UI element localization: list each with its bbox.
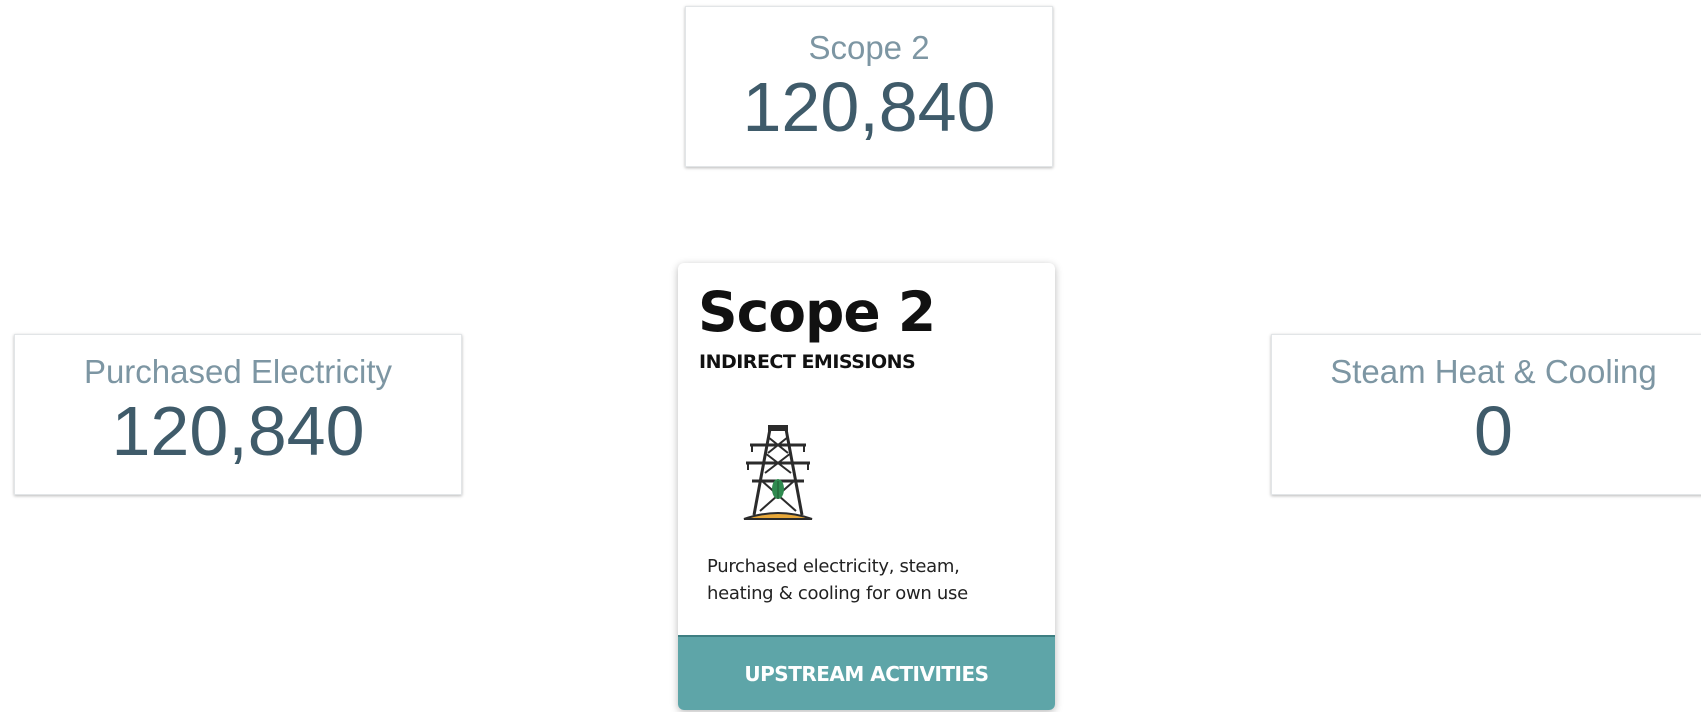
- scope2-kpi-card: Scope 2 120,840: [685, 6, 1053, 167]
- purchased-electricity-kpi-label: Purchased Electricity: [83, 353, 393, 390]
- scope-card-description: Purchased electricity, steam, heating & …: [707, 556, 968, 604]
- power-tower-icon: [743, 425, 813, 520]
- scope-card-title: Scope 2: [698, 280, 936, 344]
- scope2-kpi-label: Scope 2: [808, 29, 930, 66]
- scope-card-subtitle: INDIRECT EMISSIONS: [699, 351, 916, 373]
- scope2-kpi-value: 120,840: [742, 68, 996, 146]
- steam-heat-cooling-kpi-label: Steam Heat & Cooling: [1330, 353, 1657, 390]
- upstream-activities-banner: UPSTREAM ACTIVITIES: [678, 635, 1055, 710]
- purchased-electricity-kpi-value: 120,840: [111, 392, 365, 470]
- purchased-electricity-kpi-card: Purchased Electricity 120,840: [14, 334, 462, 495]
- scope2-info-card: Scope 2 INDIRECT EMISSIONS Purchased ele…: [678, 263, 1055, 710]
- steam-heat-cooling-kpi-card: Steam Heat & Cooling 0: [1271, 334, 1701, 495]
- steam-heat-cooling-kpi-value: 0: [1474, 392, 1513, 470]
